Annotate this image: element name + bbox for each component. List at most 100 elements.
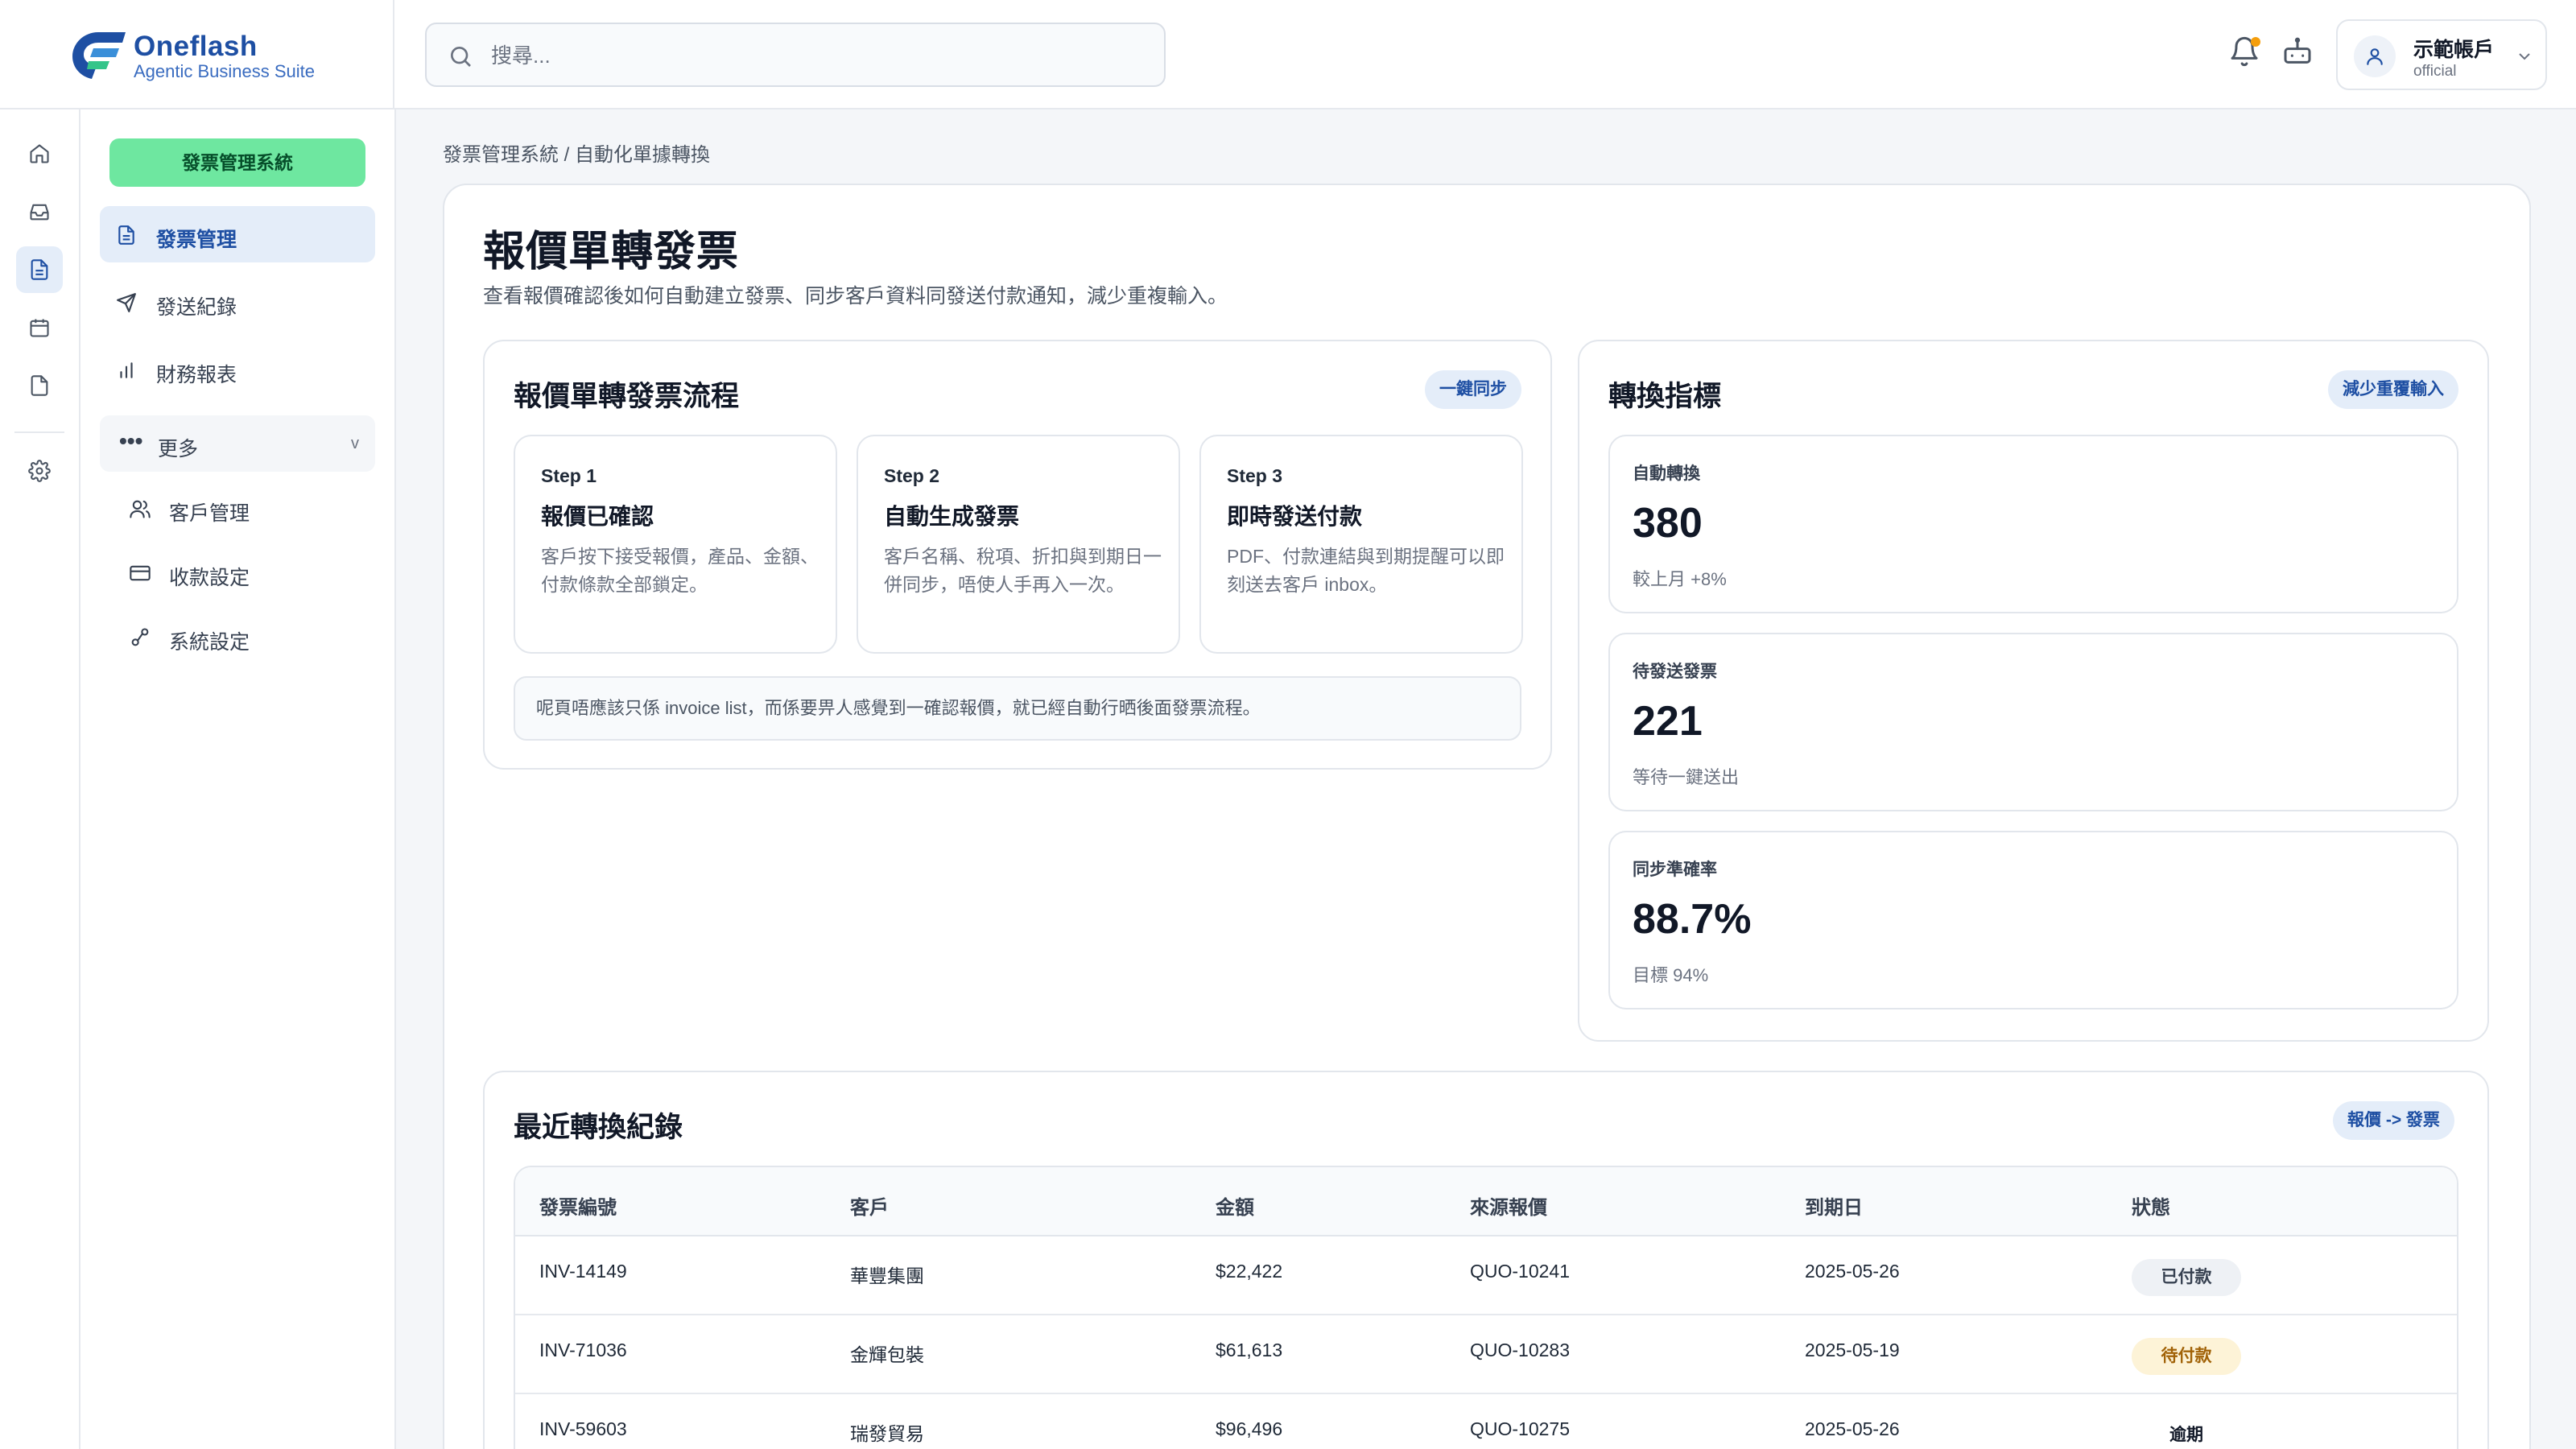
sidebar-item-label: 發送紀錄 <box>156 296 237 319</box>
table-row[interactable]: INV-71036 金輝包裝 $61,613 QUO-10283 2025-05… <box>515 1315 2457 1394</box>
notifications-button[interactable] <box>2228 35 2264 71</box>
step-description: PDF、付款連結與到期提醒可以即刻送去客戶 inbox。 <box>1227 546 1505 595</box>
top-header: Oneflash Agentic Business Suite 示範帳戶 off… <box>0 0 2576 109</box>
metric-card: 待發送發票 221 等待一鍵送出 <box>1608 633 2458 811</box>
inbox-icon <box>30 204 49 221</box>
home-icon <box>30 144 49 163</box>
rail-inbox[interactable] <box>16 188 63 235</box>
user-icon <box>2367 48 2383 65</box>
sidebar-item-system-settings[interactable]: 系統設定 <box>124 613 375 662</box>
invoice-number[interactable]: INV-14149 <box>539 1261 627 1282</box>
recent-title: 最近轉換紀錄 <box>514 1112 683 1143</box>
sidebar-item-clients[interactable]: 客戶管理 <box>124 485 375 533</box>
more-dots-icon: ••• <box>119 428 143 453</box>
more-label: 更多 <box>158 438 199 460</box>
reduce-input-badge[interactable]: 減少重覆輸入 <box>2328 370 2458 409</box>
source-quote[interactable]: QUO-10275 <box>1470 1418 1570 1440</box>
page-title: 報價單轉發票 <box>483 229 740 275</box>
sidebar-item-send-log[interactable]: 發送紀錄 <box>100 274 375 330</box>
sidebar-more-toggle[interactable]: ••• 更多 v <box>100 415 375 472</box>
sidebar-item-label: 客戶管理 <box>169 502 250 525</box>
account-menu[interactable]: 示範帳戶 official <box>2336 19 2547 90</box>
calendar-icon <box>30 319 49 337</box>
oneflash-logo-icon <box>72 32 126 79</box>
table-row[interactable]: INV-59603 瑞發貿易 $96,496 QUO-10275 2025-05… <box>515 1394 2457 1449</box>
metric-value: 88.7% <box>1633 896 1752 943</box>
gear-icon <box>28 460 51 482</box>
system-switch-button[interactable]: 發票管理系統 <box>109 138 365 187</box>
table-row[interactable]: INV-14149 華豐集團 $22,422 QUO-10241 2025-05… <box>515 1236 2457 1315</box>
table-header: 發票編號 客戶 金額 來源報價 到期日 狀態 <box>515 1167 2457 1236</box>
invoice-number[interactable]: INV-59603 <box>539 1418 627 1440</box>
file-icon <box>31 375 48 396</box>
step-number: Step 2 <box>884 465 940 486</box>
source-quote[interactable]: QUO-10241 <box>1470 1261 1570 1282</box>
metric-subtext: 較上月 +8% <box>1633 569 1727 589</box>
sidebar-item-invoices[interactable]: 發票管理 <box>100 206 375 262</box>
flow-note: 呢頁唔應該只係 invoice list，而係要畀人感覺到一確認報價，就已經自動… <box>514 676 1521 741</box>
sidebar-item-label: 財務報表 <box>156 364 237 386</box>
search-box[interactable] <box>425 23 1166 87</box>
due-date: 2025-05-19 <box>1805 1340 1900 1360</box>
metric-card: 自動轉換 380 較上月 +8% <box>1608 435 2458 613</box>
rail-invoices[interactable] <box>16 246 63 293</box>
source-quote[interactable]: QUO-10283 <box>1470 1340 1570 1361</box>
column-header[interactable]: 來源報價 <box>1470 1191 1547 1220</box>
send-icon <box>117 293 136 312</box>
flow-title: 報價單轉發票流程 <box>514 381 740 412</box>
rail-settings[interactable] <box>16 448 63 494</box>
column-header[interactable]: 客戶 <box>850 1191 889 1220</box>
status-badge: 已付款 <box>2132 1259 2241 1296</box>
metric-value: 380 <box>1633 500 1703 547</box>
amount: $96,496 <box>1216 1418 1283 1439</box>
metric-subtext: 目標 94% <box>1633 965 1709 985</box>
status-badge: 逾期 <box>2132 1417 2241 1449</box>
rail-files[interactable] <box>16 362 63 409</box>
document-icon <box>118 225 134 245</box>
status-badge: 待付款 <box>2132 1338 2241 1375</box>
metric-label: 待發送發票 <box>1633 663 1717 681</box>
sidebar-item-payment-settings[interactable]: 收款設定 <box>124 549 375 597</box>
metrics-title: 轉換指標 <box>1608 381 1722 412</box>
step-card: Step 1 報價已確認 客戶按下接受報價，產品、金額、付款條款全部鎖定。 <box>514 435 837 654</box>
step-title: 報價已確認 <box>541 504 654 529</box>
step-number: Step 1 <box>541 465 597 486</box>
assistant-bot-button[interactable] <box>2281 35 2317 71</box>
amount: $22,422 <box>1216 1261 1283 1282</box>
invoice-number[interactable]: INV-71036 <box>539 1340 627 1361</box>
logo-area[interactable]: Oneflash Agentic Business Suite <box>0 0 394 109</box>
due-date: 2025-05-26 <box>1805 1418 1900 1439</box>
rail-calendar[interactable] <box>16 304 63 351</box>
sidebar-item-reports[interactable]: 財務報表 <box>100 341 375 398</box>
settings-nodes-icon <box>131 628 149 646</box>
account-name: 示範帳戶 <box>2413 39 2495 61</box>
sidebar-item-label: 收款設定 <box>169 567 250 589</box>
rail-home[interactable] <box>16 130 63 177</box>
column-header[interactable]: 發票編號 <box>539 1191 617 1220</box>
search-input[interactable] <box>491 35 1135 76</box>
client-name: 瑞發貿易 <box>850 1423 924 1444</box>
column-header[interactable]: 到期日 <box>1805 1191 1863 1220</box>
quote-to-invoice-badge[interactable]: 報價 -> 發票 <box>2333 1101 2454 1140</box>
column-header[interactable]: 狀態 <box>2132 1191 2170 1220</box>
avatar <box>2354 35 2396 77</box>
step-card: Step 2 自動生成發票 客戶名稱、稅項、折扣與到期日一併同步，唔使人手再入一… <box>857 435 1180 654</box>
metric-label: 同步準確率 <box>1633 861 1717 879</box>
breadcrumb[interactable]: 發票管理系統 / 自動化單據轉換 <box>443 138 710 167</box>
brand-name: Oneflash <box>134 31 258 62</box>
account-role: official <box>2413 63 2457 80</box>
metric-label: 自動轉換 <box>1633 464 1700 483</box>
step-title: 自動生成發票 <box>884 504 1020 529</box>
rail-divider <box>14 431 64 433</box>
notification-dot <box>2251 37 2260 47</box>
one-click-sync-button[interactable]: 一鍵同步 <box>1425 370 1521 409</box>
step-description: 客戶按下接受報價，產品、金額、付款條款全部鎖定。 <box>541 546 819 595</box>
step-description: 客戶名稱、稅項、折扣與到期日一併同步，唔使人手再入一次。 <box>884 546 1162 595</box>
conversions-table: 發票編號 客戶 金額 來源報價 到期日 狀態 INV-14149 華豐集團 $2… <box>514 1166 2458 1449</box>
users-icon <box>130 500 151 518</box>
chevron-down-icon <box>2519 53 2530 60</box>
bar-chart-icon <box>120 362 133 378</box>
metric-subtext: 等待一鍵送出 <box>1633 767 1740 787</box>
sidebar-item-label: 系統設定 <box>169 631 250 654</box>
column-header[interactable]: 金額 <box>1216 1191 1254 1220</box>
